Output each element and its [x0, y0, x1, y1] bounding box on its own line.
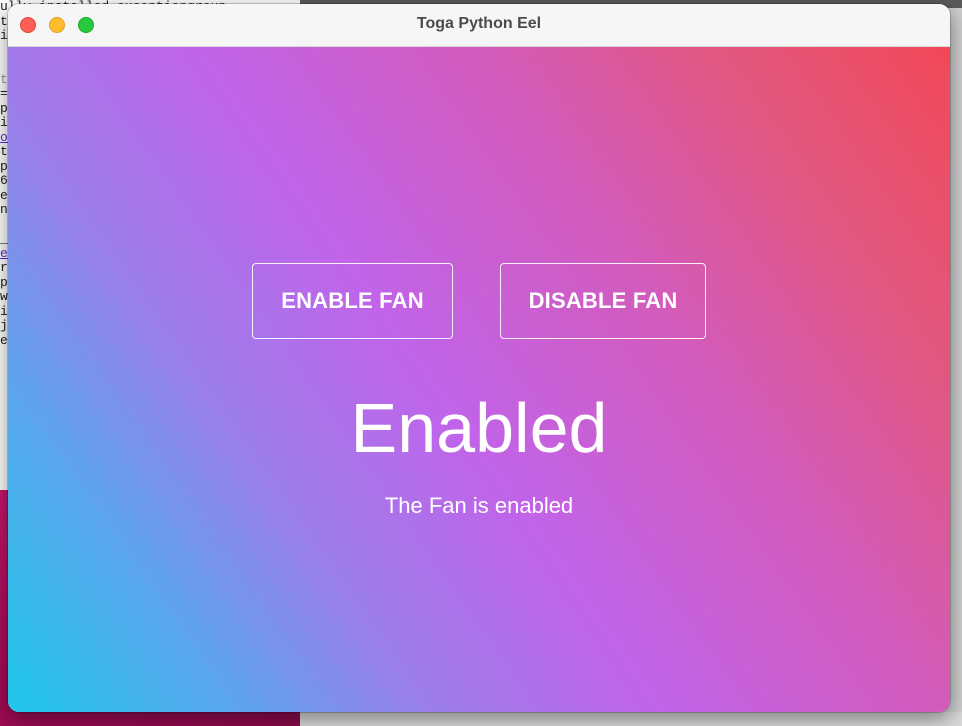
app-content: ENABLE FAN DISABLE FAN Enabled The Fan i…: [8, 47, 950, 712]
app-window: Toga Python Eel ENABLE FAN DISABLE FAN E…: [8, 4, 950, 712]
title-bar[interactable]: Toga Python Eel: [8, 4, 950, 47]
window-title: Toga Python Eel: [416, 15, 542, 32]
enable-fan-button[interactable]: ENABLE FAN: [252, 263, 453, 339]
status-heading: Enabled: [350, 389, 608, 467]
status-message: The Fan is enabled: [384, 493, 574, 518]
disable-fan-button[interactable]: DISABLE FAN: [500, 263, 706, 339]
desktop-background: [300, 712, 962, 726]
